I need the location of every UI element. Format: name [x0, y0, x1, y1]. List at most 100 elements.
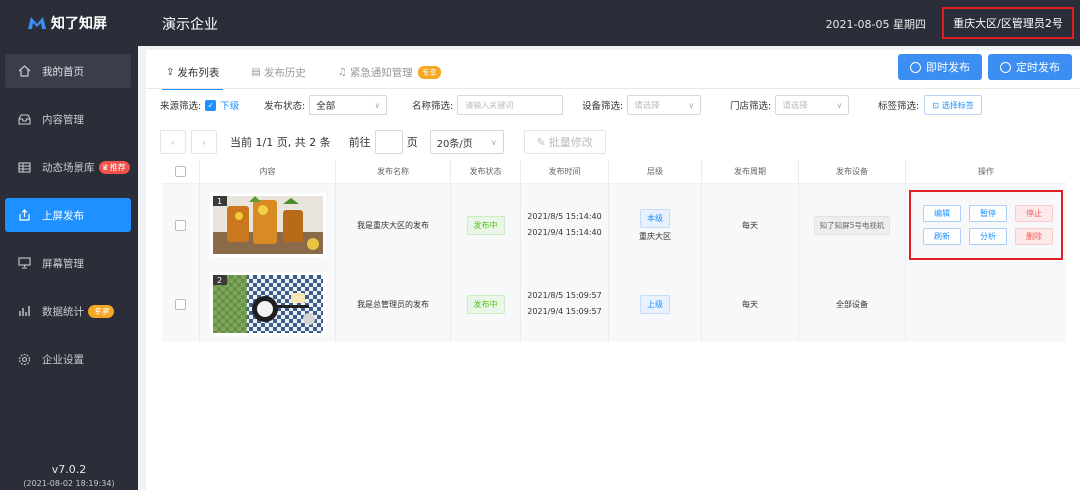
- tag-filter: 标签筛选: ⊡ 选择标签: [878, 94, 982, 116]
- tab-label: 发布列表: [177, 66, 220, 79]
- table-row: 2 我是总管理员的发布 发布中 2021/8/5 15:09:57 2021/9…: [162, 266, 1066, 342]
- bell-icon: ♫: [337, 66, 347, 78]
- tag-icon: ⊡: [932, 100, 939, 110]
- batch-edit-button[interactable]: ✎ 批量修改: [523, 130, 606, 154]
- tab-publish-list[interactable]: ⇪ 发布列表: [161, 58, 224, 90]
- select-placeholder: 请选择: [782, 101, 808, 111]
- subordinate-checkbox[interactable]: ✓: [205, 99, 217, 111]
- tab-label: 紧急通知管理: [349, 66, 413, 79]
- recommend-badge: ♛ 推荐: [98, 160, 130, 174]
- app-version: v7.0.2: [51, 463, 87, 476]
- select-all-checkbox[interactable]: [175, 166, 186, 177]
- prev-page-button[interactable]: ‹: [160, 130, 186, 154]
- end-time: 2021/9/4 15:09:57: [527, 307, 602, 316]
- sidebar-item-home[interactable]: 我的首页: [5, 54, 131, 88]
- column-header: 层级: [609, 160, 702, 183]
- sidebar-item-content[interactable]: 内容管理: [5, 102, 131, 136]
- user-account[interactable]: 重庆大区/区管理员2号: [942, 7, 1074, 39]
- end-time: 2021/9/4 15:14:40: [527, 228, 602, 237]
- publish-now-button[interactable]: 即时发布: [898, 54, 982, 80]
- edit-button[interactable]: 编辑: [923, 205, 961, 222]
- table-row: 1 我是重庆大区的发布 发布中 2021/8/5 15:14:40 2021/9…: [162, 184, 1066, 266]
- logo[interactable]: 知了知屏: [0, 0, 138, 46]
- store-filter: 门店筛选: 请选择 ∨: [730, 94, 850, 116]
- chevron-down-icon: ∨: [836, 100, 843, 110]
- row-checkbox[interactable]: [175, 219, 186, 231]
- page-unit: 页: [406, 136, 418, 149]
- sidebar-item-label: 内容管理: [42, 113, 84, 126]
- level-region: 重庆大区: [639, 231, 671, 241]
- logo-text: 知了知屏: [51, 16, 107, 32]
- content-thumbnail[interactable]: 1: [209, 193, 326, 257]
- button-label: 定时发布: [1016, 61, 1060, 74]
- name-search-input[interactable]: 请输入关键词: [457, 95, 564, 115]
- select-value: 20条/页: [436, 138, 473, 150]
- pause-button[interactable]: 暂停: [969, 205, 1007, 222]
- table-header: 内容 发布名称 发布状态 发布时间 层级 发布周期 发布设备 操作: [162, 160, 1066, 184]
- operations-group: 编辑 暂停 停止 刷新 分析 删除: [909, 190, 1063, 260]
- publish-timed-button[interactable]: 定时发布: [988, 54, 1072, 80]
- goto-label: 前往: [348, 136, 371, 149]
- status-filter: 发布状态: 全部 ∨: [264, 94, 388, 116]
- status-badge: 发布中: [466, 215, 505, 235]
- sidebar-item-screens[interactable]: 屏幕管理: [5, 246, 131, 280]
- page-info: 当前 1/1 页, 共 2 条: [230, 136, 331, 149]
- content-thumbnail[interactable]: 2: [209, 272, 326, 336]
- store-select[interactable]: 请选择 ∨: [775, 95, 850, 115]
- column-header: 发布设备: [799, 160, 906, 183]
- column-header: 操作: [978, 167, 994, 176]
- start-time: 2021/8/5 15:09:57: [527, 291, 602, 300]
- header-checkbox-cell: [162, 160, 200, 183]
- button-label: 批量修改: [548, 136, 593, 149]
- home-icon: [17, 64, 31, 78]
- level-cell: 上级: [609, 266, 702, 342]
- status-badge: 发布中: [466, 294, 505, 314]
- chevron-down-icon: ∨: [688, 100, 695, 110]
- page-number-input[interactable]: [374, 130, 403, 154]
- filter-label: 门店筛选:: [730, 101, 772, 112]
- tab-publish-history[interactable]: ▤ 发布历史: [251, 58, 305, 86]
- time-cell: 2021/8/5 15:09:57 2021/9/4 15:09:57: [521, 266, 609, 342]
- sidebar-item-label: 数据统计: [42, 305, 84, 318]
- iced-tea-image: [212, 196, 323, 254]
- sidebar: 知了知屏 我的首页 内容管理 动态场景库 ♛ 推荐 上屏发布 屏幕管理 数据统计 …: [0, 0, 138, 490]
- select-tags-button[interactable]: ⊡ 选择标签: [924, 95, 982, 115]
- inbox-icon: [17, 112, 31, 126]
- status-select[interactable]: 全部 ∨: [309, 95, 388, 115]
- sidebar-item-label: 企业设置: [42, 353, 84, 366]
- filter-label: 设备筛选:: [582, 101, 624, 112]
- sidebar-item-label: 屏幕管理: [42, 257, 84, 270]
- analyze-button[interactable]: 分析: [969, 228, 1007, 245]
- device-select[interactable]: 请选择 ∨: [627, 95, 702, 115]
- pagination: ‹ › 当前 1/1 页, 共 2 条 前往 页 20条/页 ∨ ✎ 批量修改: [160, 130, 606, 154]
- row-checkbox[interactable]: [175, 298, 186, 310]
- name-filter: 名称筛选: 请输入关键词: [412, 94, 564, 116]
- publish-name: 我是重庆大区的发布: [336, 184, 451, 266]
- sidebar-item-publish[interactable]: 上屏发布: [5, 198, 131, 232]
- device-cell: 知了知屏5号电视机: [799, 184, 906, 266]
- column-header: 发布周期: [702, 160, 799, 183]
- column-header: 发布状态: [451, 160, 521, 183]
- filter-label: 发布状态:: [264, 101, 306, 112]
- stop-button[interactable]: 停止: [1015, 205, 1053, 222]
- button-label: 选择标签: [941, 100, 974, 110]
- publish-cycle: 每天: [702, 184, 799, 266]
- sidebar-item-scenes[interactable]: 动态场景库 ♛ 推荐: [5, 150, 131, 184]
- content-index: 1: [212, 196, 227, 206]
- level-badge: 上级: [640, 294, 670, 314]
- button-label: 即时发布: [926, 61, 970, 74]
- tab-emergency-notice[interactable]: ♫ 紧急通知管理 专享: [338, 58, 441, 86]
- column-header: 发布名称: [336, 160, 451, 183]
- logo-icon: [28, 17, 46, 29]
- level-badge: 本级: [640, 208, 670, 228]
- next-page-button[interactable]: ›: [191, 130, 217, 154]
- sidebar-item-stats[interactable]: 数据统计 专享: [5, 294, 131, 328]
- delete-button[interactable]: 删除: [1015, 228, 1053, 245]
- tab-bar: ⇪ 发布列表 ▤ 发布历史 ♫ 紧急通知管理 专享: [161, 58, 473, 90]
- page-size-select[interactable]: 20条/页 ∨: [429, 130, 504, 154]
- publish-name: 我是总管理员的发布: [336, 266, 451, 342]
- checkbox-label: 下级: [220, 101, 240, 112]
- sidebar-item-settings[interactable]: 企业设置: [5, 342, 131, 376]
- refresh-button[interactable]: 刷新: [923, 228, 961, 245]
- device-text: 全部设备: [799, 266, 906, 342]
